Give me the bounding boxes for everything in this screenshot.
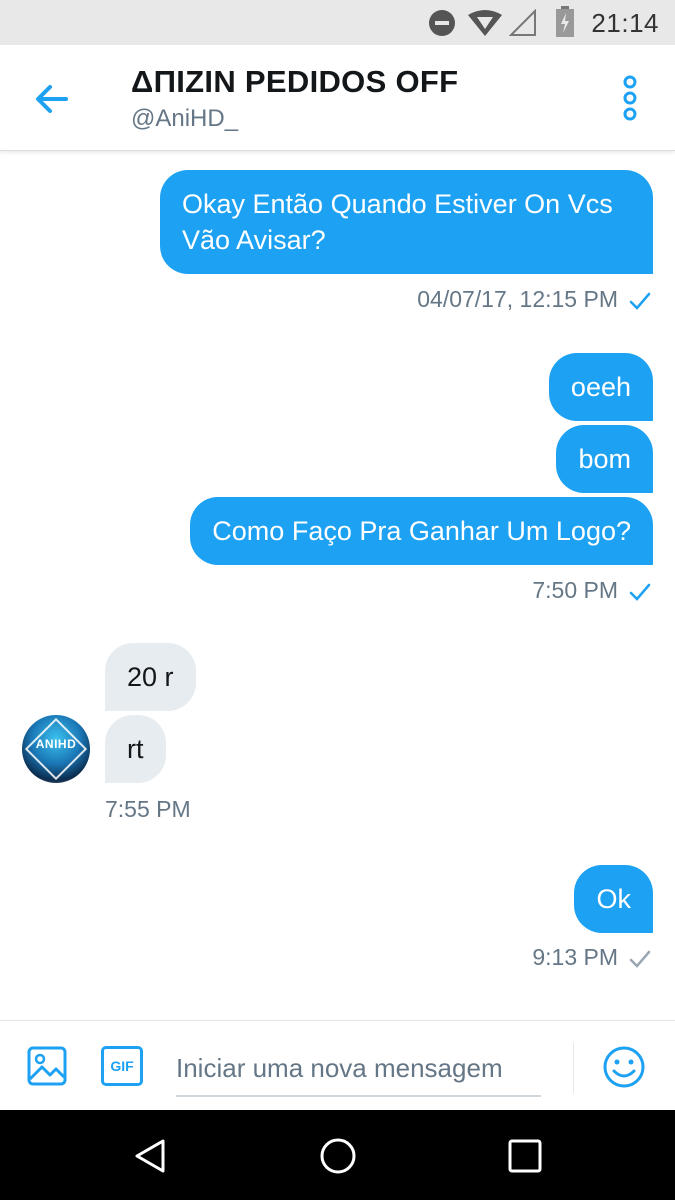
avatar[interactable]: ANIHD [22,715,90,783]
dm-conversation-screen: 21:14 ΔΠIZIN PEDIDOS OFF @AniHD_ Okay En… [0,0,675,1200]
home-circle-icon[interactable] [318,1136,358,1176]
more-vertical-icon[interactable] [615,75,645,121]
outgoing-message[interactable]: Como Faço Pra Ganhar Um Logo? [190,497,653,565]
outgoing-message[interactable]: Okay Então Quando Estiver On Vcs Vão Avi… [160,170,653,274]
outgoing-message[interactable]: Ok [574,865,653,933]
battery-icon [556,6,574,37]
incoming-message[interactable]: rt [105,715,166,783]
status-time: 21:14 [591,8,659,38]
message-timestamp: 7:50 PM [532,577,618,603]
recents-square-icon[interactable] [505,1136,545,1176]
message-timestamp: 7:55 PM [105,796,191,822]
message-timestamp: 04/07/17, 12:15 PM [417,286,618,312]
avatar-logo-text: ANIHD [35,737,77,751]
read-check-icon [629,292,651,310]
incoming-message[interactable]: 20 r [105,643,196,711]
status-bar: 21:14 [0,0,675,45]
gif-button[interactable]: GIF [101,1046,143,1086]
back-triangle-icon[interactable] [131,1136,171,1176]
wifi-icon [468,10,502,36]
read-check-icon [629,583,651,601]
outgoing-message[interactable]: oeeh [548,353,653,421]
emoji-icon[interactable] [602,1045,646,1089]
image-icon[interactable] [26,1045,68,1087]
conversation-title[interactable]: ΔΠIZIN PEDIDOS OFF [131,64,458,100]
sent-check-icon [629,950,651,968]
do-not-disturb-icon [429,10,455,36]
message-composer: GIF [0,1020,675,1110]
conversation-header: ΔΠIZIN PEDIDOS OFF @AniHD_ [0,45,675,151]
signal-icon [509,9,536,36]
message-input[interactable] [176,1041,541,1097]
conversation-handle[interactable]: @AniHD_ [131,105,238,133]
outgoing-message[interactable]: bom [556,425,653,493]
message-timestamp: 9:13 PM [532,944,618,970]
composer-divider [573,1043,574,1093]
system-nav-bar [0,1110,675,1200]
back-arrow-icon[interactable] [30,77,74,121]
